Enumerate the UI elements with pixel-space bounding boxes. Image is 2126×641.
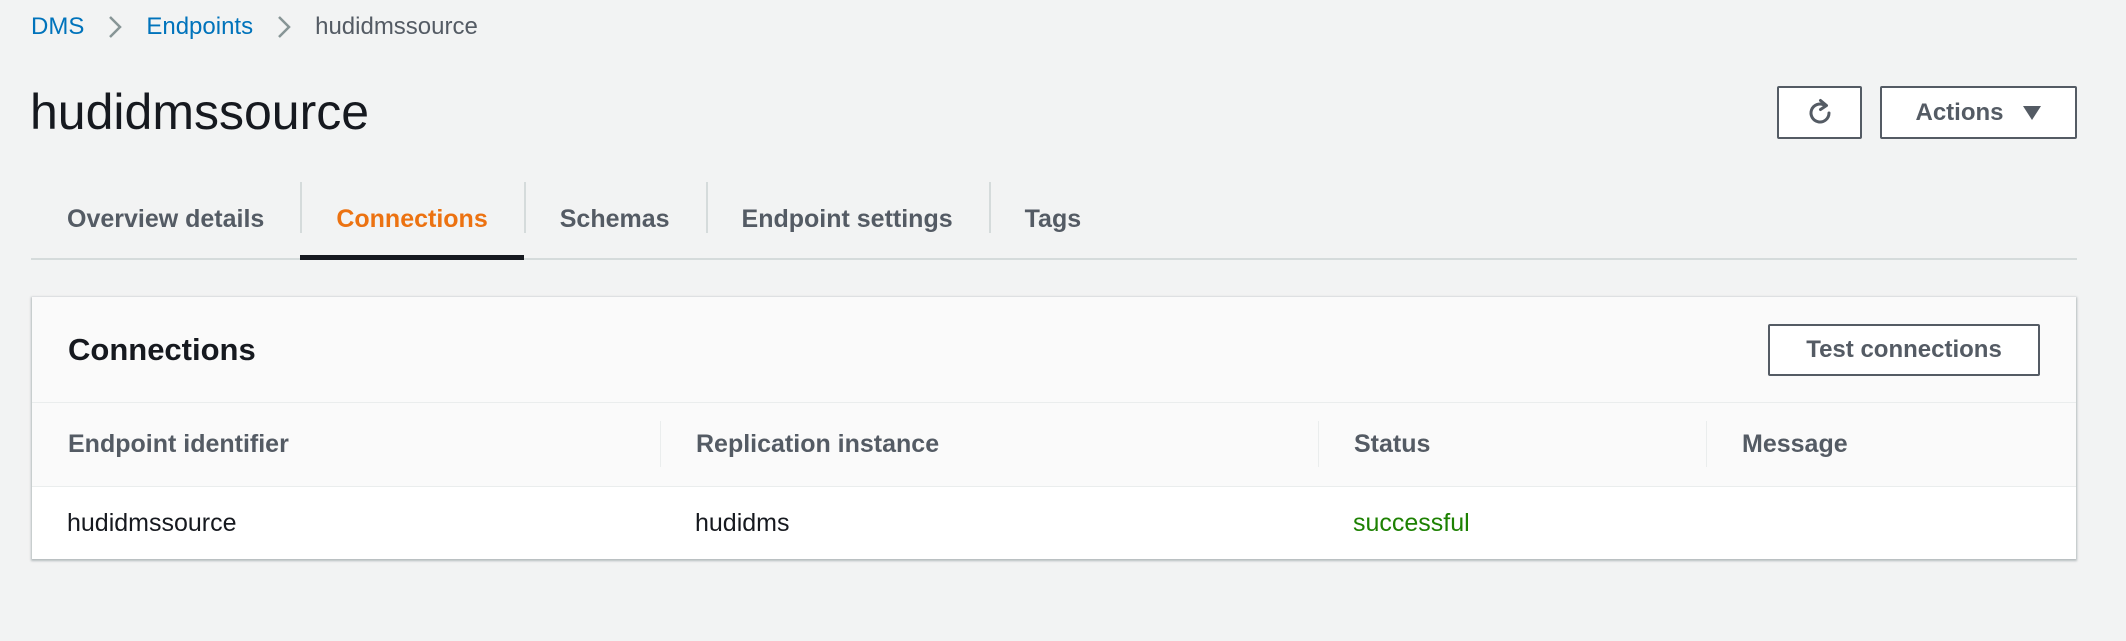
breadcrumb-link-dms[interactable]: DMS <box>31 13 84 41</box>
column-header-message[interactable]: Message <box>1706 403 2076 486</box>
tab-endpoint-settings[interactable]: Endpoint settings <box>705 180 989 258</box>
cell-replication-instance: hudidms <box>695 508 790 537</box>
tab-connections[interactable]: Connections <box>300 180 525 260</box>
refresh-icon <box>1804 97 1836 129</box>
cell-endpoint-identifier: hudidmssource <box>67 508 237 537</box>
breadcrumb-link-endpoints[interactable]: Endpoints <box>146 13 253 41</box>
connections-panel: Connections Test connections Endpoint id… <box>32 297 2076 559</box>
tab-bar: Overview details Connections Schemas End… <box>31 180 2077 260</box>
cell-status: successful <box>1353 508 1470 537</box>
caret-down-icon <box>2022 105 2042 121</box>
chevron-right-icon <box>253 14 315 40</box>
tab-tags[interactable]: Tags <box>988 180 1118 258</box>
actions-button-label: Actions <box>1915 98 2004 126</box>
tab-overview-details[interactable]: Overview details <box>31 180 300 258</box>
column-header-endpoint-identifier[interactable]: Endpoint identifier <box>32 403 660 486</box>
test-connections-button[interactable]: Test connections <box>1768 323 2040 376</box>
refresh-button[interactable] <box>1777 86 1862 139</box>
connections-table-header: Endpoint identifier Replication instance… <box>32 403 2076 487</box>
connections-panel-header: Connections Test connections <box>32 297 2076 403</box>
tab-schemas[interactable]: Schemas <box>523 180 706 258</box>
column-header-replication-instance[interactable]: Replication instance <box>660 403 1318 486</box>
table-row: hudidmssource hudidms successful <box>32 487 2076 559</box>
header-actions: Actions <box>1777 86 2077 139</box>
page-title: hudidmssource <box>30 84 370 140</box>
cell-message <box>1706 487 2076 559</box>
breadcrumb-current: hudidmssource <box>315 13 478 40</box>
column-header-status[interactable]: Status <box>1318 403 1706 486</box>
breadcrumb: DMS Endpoints hudidmssource <box>31 12 478 42</box>
chevron-right-icon <box>84 14 146 40</box>
actions-button[interactable]: Actions <box>1880 86 2077 139</box>
connections-panel-title: Connections <box>68 331 256 367</box>
